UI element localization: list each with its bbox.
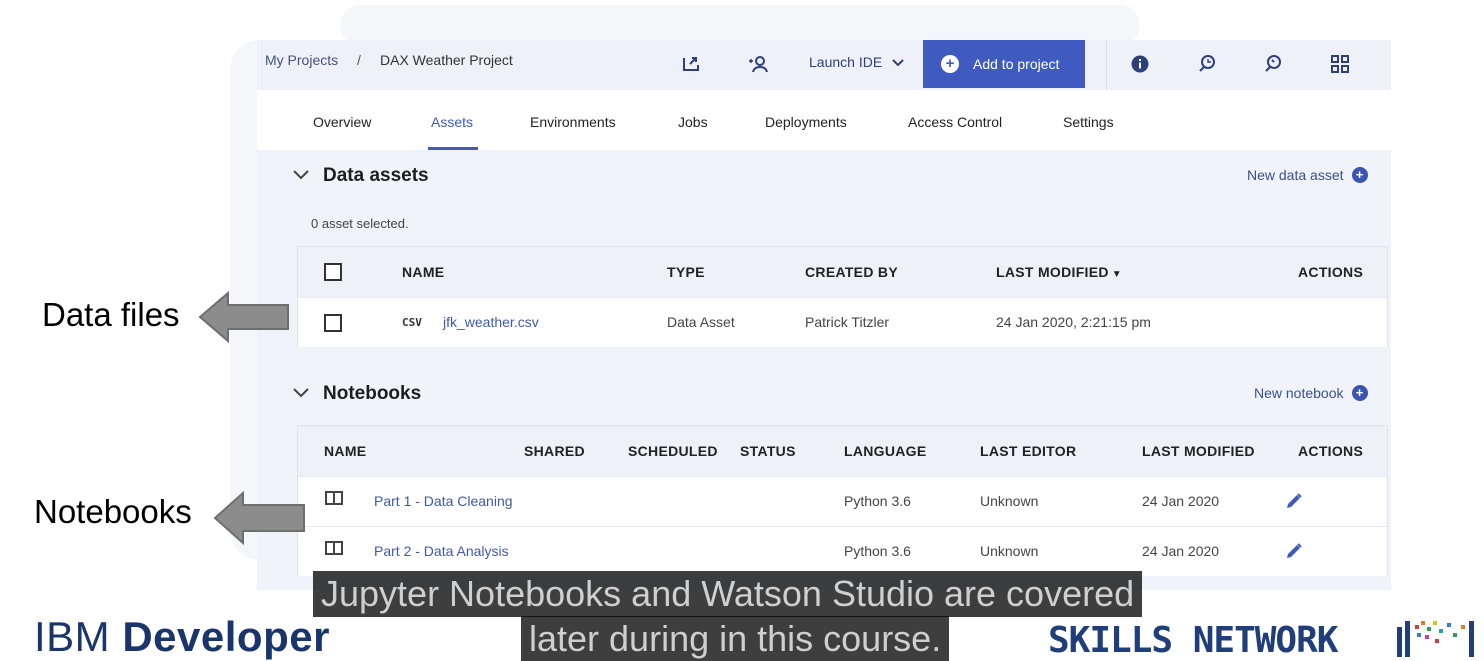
comments-icon[interactable]: [1262, 53, 1284, 75]
callout-data-files: Data files: [42, 296, 180, 333]
notebook-icon: [325, 491, 343, 505]
collapse-notebooks-icon[interactable]: [293, 385, 309, 401]
toolbar-divider: [1106, 40, 1107, 90]
notebook-name-link[interactable]: Part 1 - Data Cleaning: [374, 493, 513, 509]
asset-created-by: Patrick Titzler: [805, 314, 890, 330]
asset-last-modified: 24 Jan 2020, 2:21:15 pm: [996, 314, 1151, 330]
plus-icon: +: [1351, 385, 1368, 401]
skills-network-mark-icon: [1397, 621, 1474, 657]
column-header-status[interactable]: STATUS: [740, 443, 796, 459]
breadcrumb-separator: /: [357, 52, 361, 68]
notebooks-heading: Notebooks: [323, 383, 422, 404]
table-header: NAME SHARED SCHEDULED STATUS LANGUAGE LA…: [298, 426, 1387, 476]
background-shape: [340, 5, 1140, 45]
selection-count: 0 asset selected.: [311, 216, 409, 231]
info-icon[interactable]: [1129, 53, 1151, 75]
callout-notebooks: Notebooks: [34, 493, 192, 530]
plus-icon: +: [941, 55, 959, 73]
active-tab-indicator: [428, 147, 478, 150]
tab-environments[interactable]: Environments: [530, 114, 616, 130]
last-modified-label: LAST MODIFIED: [996, 264, 1109, 280]
row-checkbox[interactable]: [324, 314, 342, 332]
ibm-logo-prefix: IBM: [34, 613, 111, 660]
edit-pencil-icon[interactable]: [1284, 541, 1304, 561]
add-to-project-button[interactable]: + Add to project: [923, 40, 1085, 88]
column-header-actions: ACTIONS: [1298, 264, 1364, 280]
column-header-last-modified[interactable]: LAST MODIFIED: [1142, 443, 1255, 459]
video-caption-line-2: later during in this course.: [521, 616, 950, 661]
asset-name-link[interactable]: jfk_weather.csv: [443, 314, 539, 330]
column-header-last-modified[interactable]: LAST MODIFIED ▼: [996, 264, 1122, 280]
notebook-last-modified: 24 Jan 2020: [1142, 493, 1220, 509]
table-row: Part 1 - Data Cleaning Python 3.6 Unknow…: [298, 476, 1387, 526]
column-header-scheduled[interactable]: SCHEDULED: [628, 443, 718, 459]
notebooks-table: NAME SHARED SCHEDULED STATUS LANGUAGE LA…: [297, 425, 1388, 576]
column-header-last-editor[interactable]: LAST EDITOR: [980, 443, 1076, 459]
table-row: Part 2 - Data Analysis Python 3.6 Unknow…: [298, 526, 1387, 576]
tab-settings[interactable]: Settings: [1063, 114, 1114, 130]
tab-deployments[interactable]: Deployments: [765, 114, 847, 130]
new-notebook-label: New notebook: [1254, 385, 1344, 401]
collapse-data-assets-icon[interactable]: [293, 167, 309, 183]
launch-ide-label: Launch IDE: [809, 54, 883, 70]
notebook-name-link[interactable]: Part 2 - Data Analysis: [374, 543, 509, 559]
column-header-name[interactable]: NAME: [324, 443, 366, 459]
breadcrumb-my-projects[interactable]: My Projects: [265, 52, 338, 68]
new-data-asset-label: New data asset: [1247, 167, 1344, 183]
notebook-icon: [325, 541, 343, 555]
column-header-shared[interactable]: SHARED: [524, 443, 585, 459]
tab-overview[interactable]: Overview: [313, 114, 371, 130]
csv-file-icon: CSV: [402, 316, 422, 329]
export-icon[interactable]: [680, 53, 702, 75]
arrow-left-icon: [198, 291, 289, 343]
column-header-name[interactable]: NAME: [402, 264, 444, 280]
top-bar: My Projects / DAX Weather Project Launch…: [257, 40, 1391, 90]
column-header-type[interactable]: TYPE: [667, 264, 705, 280]
ibm-developer-logo: IBM Developer: [34, 613, 330, 661]
ibm-logo-suffix: Developer: [122, 613, 330, 660]
asset-type: Data Asset: [667, 314, 735, 330]
new-notebook-link[interactable]: New notebook +: [1254, 385, 1368, 401]
grid-icon[interactable]: [1329, 53, 1351, 75]
tab-access-control[interactable]: Access Control: [908, 114, 1002, 130]
sort-descending-icon: ▼: [1111, 269, 1122, 280]
add-to-project-label: Add to project: [973, 56, 1060, 72]
table-header: NAME TYPE CREATED BY LAST MODIFIED ▼ ACTI…: [298, 247, 1387, 297]
plus-icon: +: [1351, 167, 1368, 183]
tab-assets[interactable]: Assets: [431, 114, 473, 130]
table-row: CSV jfk_weather.csv Data Asset Patrick T…: [298, 297, 1387, 347]
launch-ide-dropdown[interactable]: Launch IDE: [809, 54, 904, 70]
new-data-asset-link[interactable]: New data asset +: [1247, 167, 1368, 183]
data-assets-heading: Data assets: [323, 165, 429, 186]
notebook-last-modified: 24 Jan 2020: [1142, 543, 1220, 559]
video-caption-line-1: Jupyter Notebooks and Watson Studio are …: [313, 571, 1143, 617]
project-window: My Projects / DAX Weather Project Launch…: [257, 40, 1391, 590]
notebook-last-editor: Unknown: [980, 543, 1039, 559]
data-assets-table: NAME TYPE CREATED BY LAST MODIFIED ▼ ACTI…: [297, 246, 1388, 347]
column-header-created-by[interactable]: CREATED BY: [805, 264, 898, 280]
select-all-checkbox[interactable]: [324, 263, 342, 281]
column-header-language[interactable]: LANGUAGE: [844, 443, 927, 459]
column-header-actions: ACTIONS: [1298, 443, 1364, 459]
tab-bar: Overview Assets Environments Jobs Deploy…: [257, 90, 1391, 150]
edit-pencil-icon[interactable]: [1284, 491, 1304, 511]
notebook-language: Python 3.6: [844, 543, 911, 559]
chevron-down-icon: [892, 54, 904, 70]
add-collaborator-icon[interactable]: [748, 53, 770, 75]
tab-jobs[interactable]: Jobs: [678, 114, 708, 130]
arrow-left-icon: [213, 491, 305, 545]
notebook-last-editor: Unknown: [980, 493, 1039, 509]
breadcrumb-current-project: DAX Weather Project: [380, 52, 513, 68]
skills-network-logo: SKILLS NETWORK: [1048, 620, 1338, 661]
notebook-language: Python 3.6: [844, 493, 911, 509]
history-icon[interactable]: [1196, 53, 1218, 75]
